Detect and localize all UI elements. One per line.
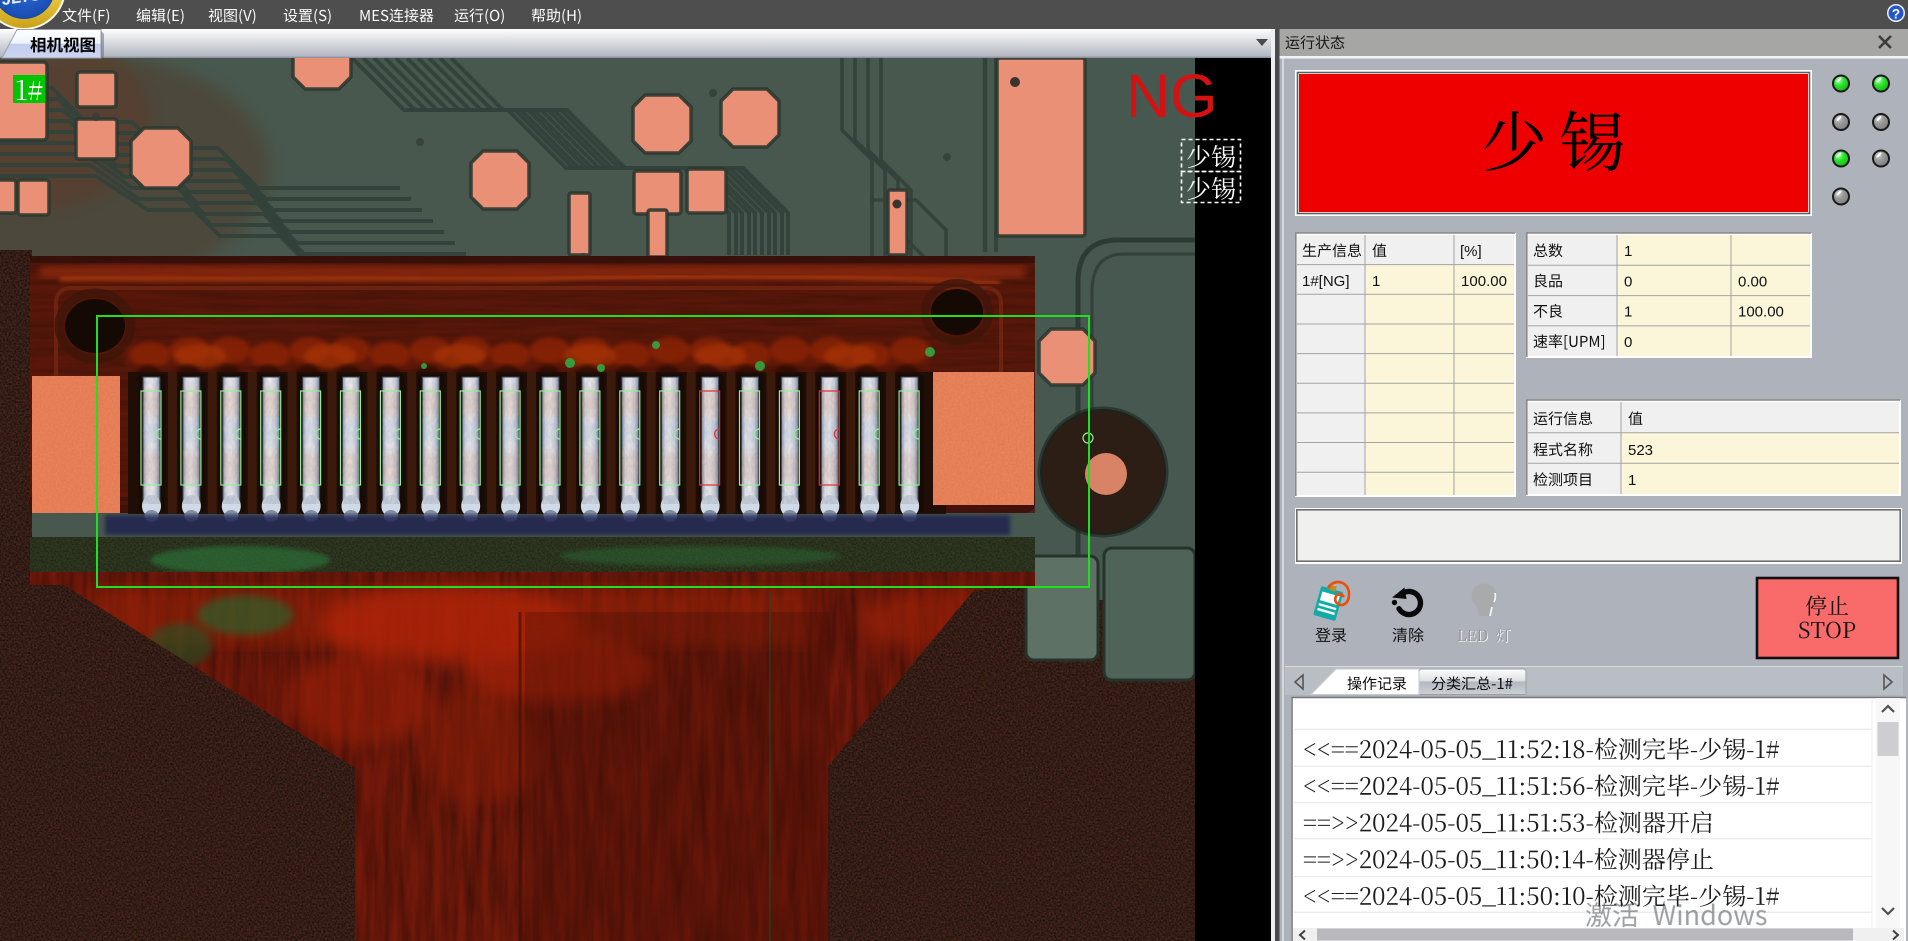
svg-text:?: ?: [1892, 7, 1900, 22]
svg-text:100.00: 100.00: [1738, 304, 1784, 321]
svg-text:100.00: 100.00: [1461, 273, 1507, 290]
svg-text:1: 1: [1624, 243, 1632, 260]
svg-text:NG: NG: [1126, 62, 1218, 130]
svg-text:0.00: 0.00: [1738, 273, 1767, 290]
svg-text:0: 0: [1624, 334, 1632, 351]
svg-text:1: 1: [1624, 304, 1632, 321]
svg-text:1: 1: [1372, 273, 1380, 290]
svg-text:1: 1: [1628, 472, 1636, 489]
svg-text:0: 0: [1624, 273, 1632, 290]
svg-text:[%]: [%]: [1460, 243, 1482, 260]
svg-text:523: 523: [1628, 442, 1653, 459]
svg-text:1#[NG]: 1#[NG]: [1302, 273, 1350, 290]
